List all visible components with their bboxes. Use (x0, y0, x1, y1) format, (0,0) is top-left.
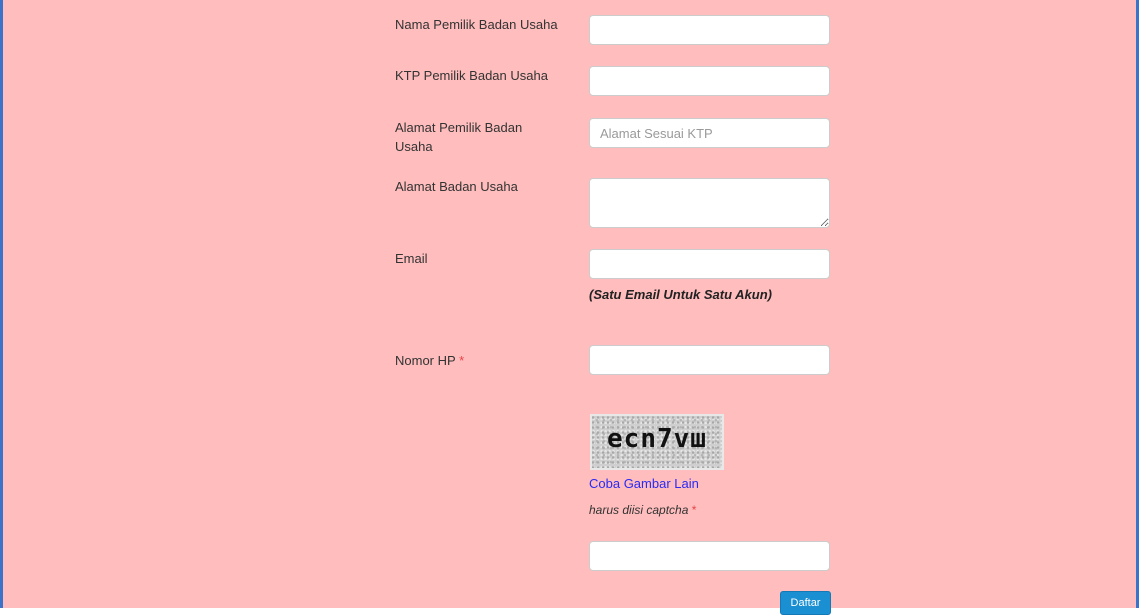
email-input[interactable] (589, 249, 830, 279)
registration-form-panel: Nama Pemilik Badan Usaha KTP Pemilik Bad… (0, 0, 1139, 615)
owner-address-label: Alamat Pemilik Badan Usaha (395, 120, 523, 154)
business-address-label: Alamat Badan Usaha (395, 179, 518, 194)
owner-name-input[interactable] (589, 15, 830, 45)
required-asterisk: * (691, 503, 697, 517)
captcha-input[interactable] (589, 541, 830, 571)
captcha-image-text: ecn7vш (607, 424, 707, 454)
required-asterisk: * (459, 353, 465, 368)
owner-address-input[interactable] (589, 118, 830, 148)
owner-ktp-label: KTP Pemilik Badan Usaha (395, 68, 548, 83)
daftar-submit-button[interactable]: Daftar (780, 591, 831, 615)
captcha-image: ecn7vш (590, 414, 724, 470)
phone-label: Nomor HP * (395, 351, 464, 370)
captcha-note: harus diisi captcha * (589, 503, 696, 517)
phone-input[interactable] (589, 345, 830, 375)
email-label: Email (395, 251, 428, 266)
business-address-textarea[interactable] (589, 178, 830, 228)
email-hint: (Satu Email Untuk Satu Akun) (589, 287, 772, 302)
captcha-note-text: harus diisi captcha (589, 503, 689, 517)
phone-label-text: Nomor HP (395, 353, 456, 368)
captcha-refresh-link[interactable]: Coba Gambar Lain (589, 476, 699, 491)
owner-ktp-input[interactable] (589, 66, 830, 96)
owner-name-label: Nama Pemilik Badan Usaha (395, 17, 558, 32)
